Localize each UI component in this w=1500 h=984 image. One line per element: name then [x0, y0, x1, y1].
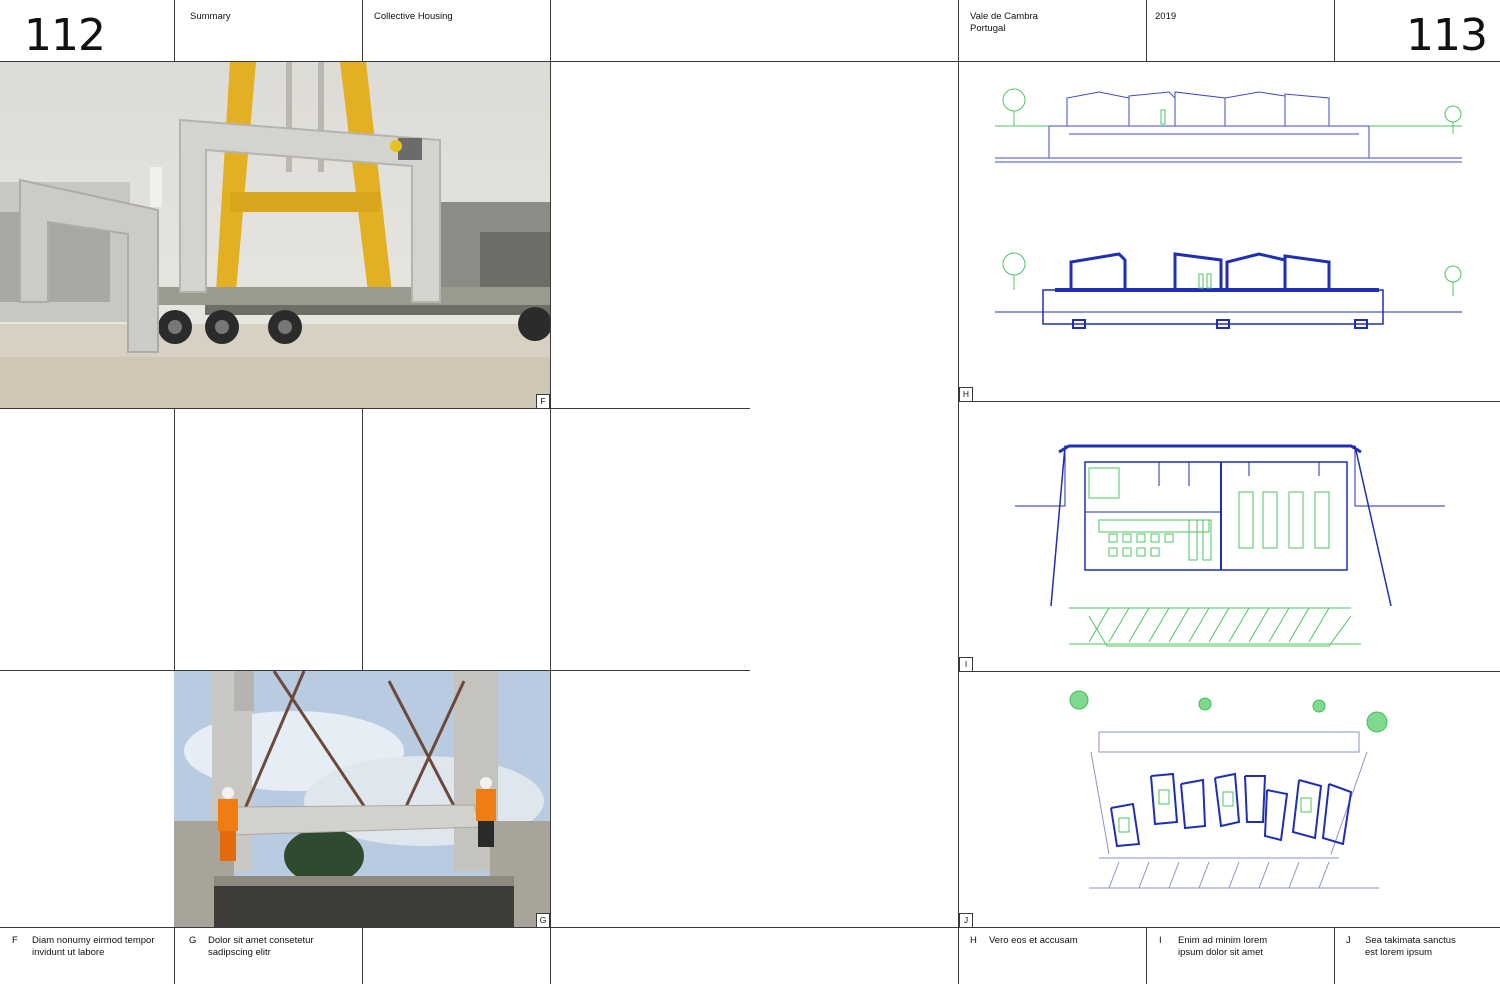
caption-g-text: Dolor sit amet consetetur sadipscing eli…: [208, 935, 314, 958]
elevation-section-drawing: [995, 88, 1462, 329]
col-rule-362-bot: [362, 927, 363, 984]
header-year: 2019: [1155, 11, 1177, 22]
row-rule-1-left: [0, 408, 750, 409]
col-rule-362-top: [362, 0, 363, 62]
caption-i-letter: I: [1159, 935, 1162, 946]
page-number-right: 113: [1406, 10, 1488, 61]
header-section: Summary: [190, 11, 231, 22]
caption-rule: [0, 927, 1500, 928]
caption-j-text: Sea takimata sanctus est lorem ipsum: [1365, 935, 1456, 958]
caption-h-letter: H: [970, 935, 977, 946]
figure-j-tag: J: [959, 913, 973, 928]
figure-g-photo: [174, 671, 550, 927]
caption-h-text: Vero eos et accusam: [989, 935, 1078, 946]
figure-i-tag: I: [959, 657, 973, 672]
slab-lift-illustration: [174, 671, 550, 927]
figure-f-tag: F: [536, 394, 550, 409]
caption-i-text: Enim ad minim lorem ipsum dolor sit amet: [1178, 935, 1268, 958]
header-category: Collective Housing: [374, 11, 453, 22]
col-rule-1334-top: [1334, 0, 1335, 62]
figure-j-drawing: [959, 672, 1500, 927]
figure-h-tag: H: [959, 387, 973, 402]
crane-truck-illustration: [0, 62, 550, 408]
floor-plan-drawing: [1015, 444, 1445, 647]
figure-f-photo: [0, 62, 550, 408]
col-rule-1146-bot: [1146, 927, 1147, 984]
col-rule-550: [550, 0, 551, 984]
col-rule-174-top: [174, 0, 175, 62]
figure-h-drawing: [959, 62, 1500, 401]
figure-i-drawing: [959, 402, 1500, 671]
caption-g-letter: G: [189, 935, 197, 946]
caption-f-letter: F: [12, 935, 18, 946]
col-rule-1146-top: [1146, 0, 1147, 62]
caption-j-letter: J: [1346, 935, 1351, 946]
col-rule-1334-bot: [1334, 927, 1335, 984]
page-number-left: 112: [24, 10, 106, 61]
header-location: Vale de Cambra Portugal: [970, 11, 1038, 34]
site-plan-drawing: [1069, 690, 1388, 889]
figure-g-tag: G: [536, 913, 550, 928]
col-rule-362-mid: [362, 408, 363, 671]
caption-f-text: Diam nonumy eirmod tempor invidunt ut la…: [32, 935, 155, 958]
